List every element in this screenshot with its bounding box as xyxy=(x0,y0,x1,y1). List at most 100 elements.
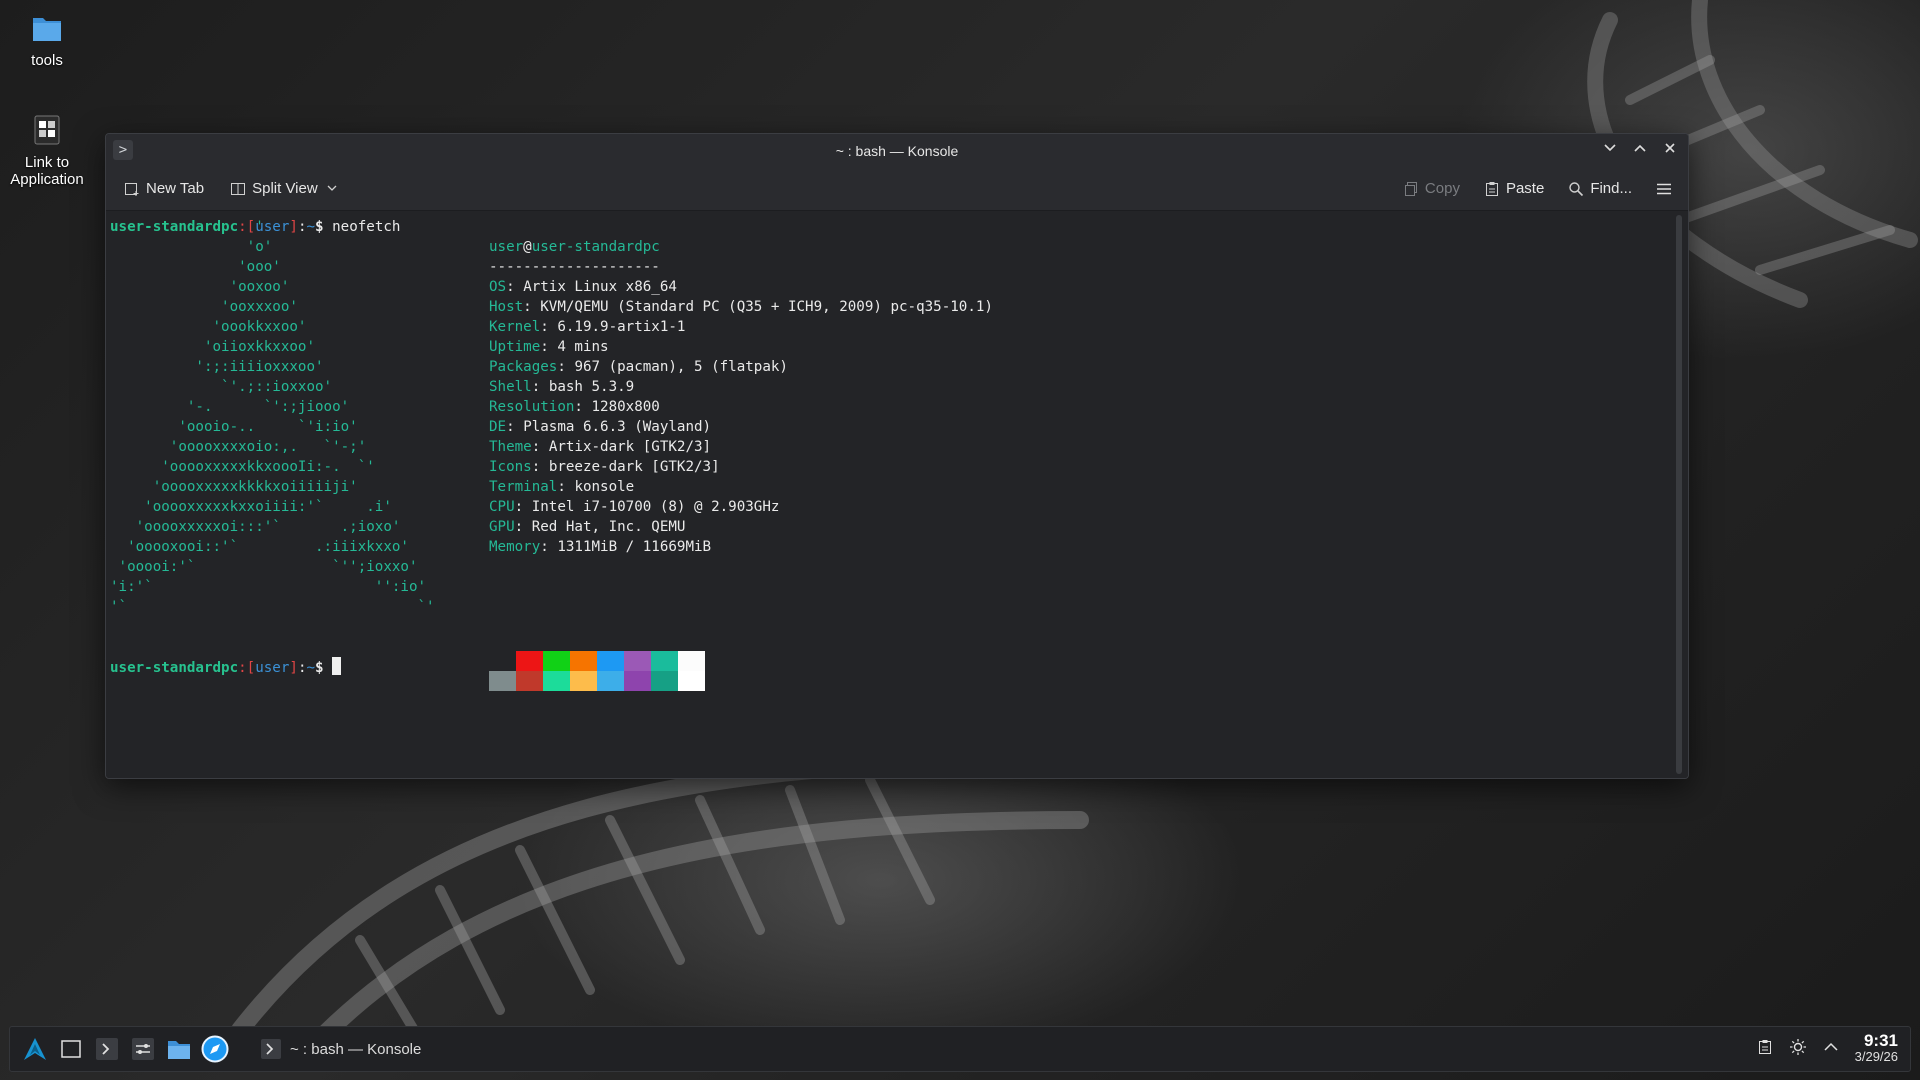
launcher-browser[interactable] xyxy=(200,1034,230,1064)
info-value: breeze-dark [GTK2/3] xyxy=(548,459,720,475)
prompt-line-current: user-standardpc:[user]:~$ xyxy=(110,657,342,678)
system-tray: 9:31 3/29/26 xyxy=(1757,1027,1898,1071)
title-bar[interactable]: > ~ : bash — Konsole xyxy=(106,134,1688,167)
color-swatch xyxy=(624,671,651,691)
info-line: Host: KVM/QEMU (Standard PC (Q35 + ICH9,… xyxy=(489,299,993,315)
desktop-icon-label: Link to Application xyxy=(10,154,84,188)
brightness-button[interactable] xyxy=(1789,1038,1807,1060)
close-icon xyxy=(1665,143,1675,153)
info-line: Shell: bash 5.3.9 xyxy=(489,379,635,395)
browser-icon xyxy=(201,1035,229,1063)
copy-button[interactable]: Copy xyxy=(1395,176,1468,201)
launcher-terminal[interactable] xyxy=(92,1034,122,1064)
logo-line: 'ooooxxxxxkkkkxoiiiiiji' xyxy=(110,479,358,495)
info-value: bash 5.3.9 xyxy=(548,379,635,395)
logo-line: 'o' xyxy=(110,239,273,255)
color-swatch xyxy=(597,651,624,671)
split-view-icon xyxy=(230,181,246,197)
minimize-button[interactable] xyxy=(1598,138,1622,162)
tray-expand-button[interactable] xyxy=(1823,1039,1839,1059)
hamburger-menu-button[interactable] xyxy=(1648,177,1680,201)
info-value: Intel i7-10700 (8) @ 2.903GHz xyxy=(531,499,780,515)
prompt-user: user xyxy=(255,660,290,676)
artix-logo-icon xyxy=(24,1038,46,1060)
prompt-path: ~ xyxy=(306,219,316,235)
info-key: Terminal xyxy=(489,479,558,495)
color-swatch xyxy=(543,651,570,671)
info-line: DE: Plasma 6.6.3 (Wayland) xyxy=(489,419,712,435)
brightness-icon xyxy=(1789,1039,1806,1055)
chevron-up-icon xyxy=(1634,144,1646,152)
launcher-file-manager[interactable] xyxy=(164,1034,194,1064)
color-swatch xyxy=(597,671,624,691)
info-line: OS: Artix Linux x86_64 xyxy=(489,279,677,295)
find-label: Find... xyxy=(1590,180,1632,197)
terminal-icon xyxy=(96,1038,118,1060)
close-button[interactable] xyxy=(1658,138,1682,162)
info-value: Plasma 6.6.3 (Wayland) xyxy=(523,419,712,435)
info-key: DE xyxy=(489,419,507,435)
split-view-button[interactable]: Split View xyxy=(222,176,348,201)
logo-line: '-. `':;jiooo' xyxy=(110,399,350,415)
terminal-icon[interactable]: > xyxy=(113,140,133,160)
paste-button[interactable]: Paste xyxy=(1476,176,1552,201)
info-line: Packages: 967 (pacman), 5 (flatpak) xyxy=(489,359,788,375)
prompt-symbol: $ xyxy=(315,660,324,676)
window-title: ~ : bash — Konsole xyxy=(835,142,959,159)
info-at: @ xyxy=(523,239,532,255)
info-line: Terminal: konsole xyxy=(489,479,635,495)
info-key: Uptime xyxy=(489,339,541,355)
clock[interactable]: 9:31 3/29/26 xyxy=(1854,1031,1898,1065)
chevron-down-icon xyxy=(1604,144,1616,152)
logo-line: ':;:iiiioxxxoo' xyxy=(110,359,324,375)
taskbar-task-konsole[interactable]: ~ : bash — Konsole xyxy=(250,1034,431,1064)
separator-line: -------------------- xyxy=(489,259,660,275)
clock-date: 3/29/26 xyxy=(1854,1049,1898,1064)
clipboard-button[interactable] xyxy=(1757,1039,1773,1059)
find-button[interactable]: Find... xyxy=(1560,176,1640,201)
new-tab-label: New Tab xyxy=(146,180,205,197)
taskbar-task-label: ~ : bash — Konsole xyxy=(290,1040,422,1058)
settings-icon xyxy=(132,1038,154,1060)
info-line: Icons: breeze-dark [GTK2/3] xyxy=(489,459,720,475)
desktop-icon-label: tools xyxy=(31,52,63,69)
file-manager-icon xyxy=(168,1041,190,1059)
color-swatch xyxy=(678,671,705,691)
new-tab-button[interactable]: New Tab xyxy=(116,176,212,201)
info-key: OS xyxy=(489,279,507,295)
paste-icon xyxy=(1484,181,1500,197)
chevron-down-icon xyxy=(324,181,340,197)
launcher-settings[interactable] xyxy=(128,1034,158,1064)
color-swatch xyxy=(651,671,678,691)
info-key: Host xyxy=(489,299,524,315)
command-text: neofetch xyxy=(332,219,401,235)
show-desktop-button[interactable] xyxy=(56,1034,86,1064)
info-key: Icons xyxy=(489,459,532,475)
info-user: user xyxy=(489,239,524,255)
folder-icon xyxy=(27,8,67,48)
info-key: Memory xyxy=(489,539,541,555)
logo-line: 'oookkxxoo' xyxy=(110,319,307,335)
application-launcher-button[interactable] xyxy=(20,1034,50,1064)
info-key: Shell xyxy=(489,379,532,395)
konsole-window: > ~ : bash — Konsole New Tab Split View … xyxy=(105,133,1689,779)
info-value: 967 (pacman), 5 (flatpak) xyxy=(574,359,788,375)
info-key: Kernel xyxy=(489,319,541,335)
logo-line: 'ooooi:'` `'';ioxxo' xyxy=(110,559,418,575)
chevron-up-icon xyxy=(1824,1042,1838,1051)
terminal-view[interactable]: user-standardpc:[user]:~$ neofetch ' 'o'… xyxy=(106,211,1688,778)
maximize-button[interactable] xyxy=(1628,138,1652,162)
logo-line: `'.;::ioxxoo' xyxy=(110,379,333,395)
desktop-icon-tools[interactable]: tools xyxy=(0,8,95,69)
scrollbar[interactable] xyxy=(1676,215,1682,774)
info-line: GPU: Red Hat, Inc. QEMU xyxy=(489,519,686,535)
desktop-icon-link-to-application[interactable]: Link to Application xyxy=(0,110,95,188)
logo-line: 'ooxoo' xyxy=(110,279,290,295)
info-key: Theme xyxy=(489,439,532,455)
info-value: Red Hat, Inc. QEMU xyxy=(531,519,686,535)
info-value: Artix Linux x86_64 xyxy=(523,279,677,295)
logo-line: 'ooooxxxxxoi:::'` .;ioxo' xyxy=(110,519,401,535)
split-view-label: Split View xyxy=(252,180,318,197)
clock-time: 9:31 xyxy=(1863,1031,1898,1050)
taskbar: ~ : bash — Konsole 9:31 3/29/26 xyxy=(9,1026,1911,1072)
